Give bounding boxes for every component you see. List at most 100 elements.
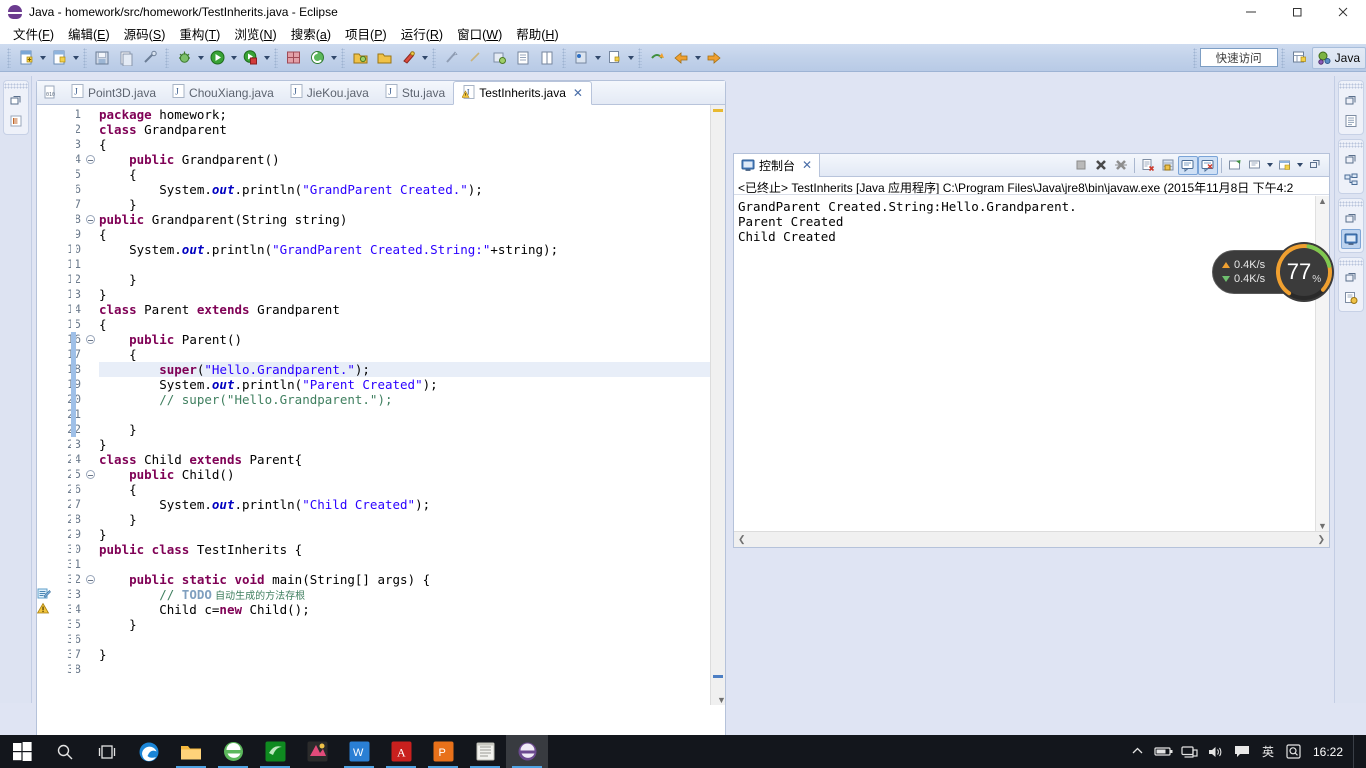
perspective-java-button[interactable]: Java: [1311, 46, 1366, 69]
console-scroll-left-arrow[interactable]: ❮: [734, 534, 750, 545]
remove-all-terminated-icon[interactable]: [1111, 156, 1131, 175]
eclipse-icon[interactable]: [212, 735, 254, 768]
code-line[interactable]: }: [99, 437, 725, 452]
new-annotation-dropdown[interactable]: [626, 47, 635, 69]
menu-refactor[interactable]: 重构(T): [172, 22, 227, 45]
save-icon[interactable]: [91, 47, 113, 69]
toolbar-grip-6[interactable]: [432, 47, 436, 68]
code-line[interactable]: [99, 632, 725, 647]
display-selected-console-icon[interactable]: [1245, 156, 1265, 175]
forward-icon[interactable]: [703, 47, 725, 69]
open-console-icon[interactable]: [1275, 156, 1295, 175]
close-icon[interactable]: ✕: [573, 86, 583, 100]
open-perspective-button[interactable]: [1288, 47, 1312, 69]
fold-cell[interactable]: [83, 152, 97, 167]
memory-usage-gauge[interactable]: 77 %: [1274, 242, 1334, 302]
code-line[interactable]: System.out.println("Parent Created");: [99, 377, 725, 392]
fold-collapse-icon[interactable]: [85, 155, 95, 165]
fold-collapse-icon[interactable]: [85, 470, 95, 480]
toggle-mark-occurrences-icon[interactable]: [139, 47, 161, 69]
toolbar-grip-7[interactable]: [562, 47, 566, 68]
menu-navigate[interactable]: 浏览(N): [227, 22, 283, 45]
console-scroll-down-arrow[interactable]: ▼: [1314, 521, 1331, 531]
menu-edit[interactable]: 编辑(E): [61, 22, 117, 45]
perspective-grip[interactable]: [1280, 47, 1285, 68]
code-line[interactable]: }: [99, 422, 725, 437]
volume-icon[interactable]: [1203, 735, 1229, 768]
back-dropdown[interactable]: [693, 47, 702, 69]
code-line[interactable]: [99, 257, 725, 272]
restore-icon[interactable]: [1341, 208, 1361, 228]
code-line[interactable]: public class TestInherits {: [99, 542, 725, 557]
code-line[interactable]: class Parent extends Grandparent: [99, 302, 725, 317]
forward-history-icon[interactable]: [646, 47, 668, 69]
network-icon[interactable]: [1177, 735, 1203, 768]
code-line[interactable]: public Child(): [99, 467, 725, 482]
code-line[interactable]: {: [99, 347, 725, 362]
problems-icon[interactable]: [1341, 288, 1361, 308]
toolbar-grip-4[interactable]: [274, 47, 278, 68]
network-speed-widget[interactable]: 0.4K/s 0.4K/s 77 %: [1212, 242, 1334, 302]
restore-icon[interactable]: [6, 90, 26, 110]
toggle-breakpoint-icon[interactable]: [570, 47, 592, 69]
code-line[interactable]: public static void main(String[] args) {: [99, 572, 725, 587]
code-line[interactable]: class Child extends Parent{: [99, 452, 725, 467]
code-line[interactable]: }: [99, 272, 725, 287]
menu-help[interactable]: 帮助(H): [509, 22, 565, 45]
new-java-package-icon[interactable]: [282, 47, 304, 69]
clock[interactable]: 16:22: [1307, 745, 1353, 759]
editor-tab-testinherits[interactable]: J TestInherits.java ✕: [453, 81, 592, 105]
code-line[interactable]: System.out.println("Child Created");: [99, 497, 725, 512]
annotation-ruler[interactable]: [37, 105, 53, 705]
fold-cell[interactable]: [83, 212, 97, 227]
code-line[interactable]: {: [99, 227, 725, 242]
warning-marker[interactable]: [37, 602, 53, 617]
outline-icon[interactable]: [1341, 111, 1361, 131]
code-line[interactable]: class Grandparent: [99, 122, 725, 137]
last-edit-location-icon[interactable]: [440, 47, 462, 69]
fastview-grip-3[interactable]: [1338, 201, 1363, 207]
code-line[interactable]: Child c=new Child();: [99, 602, 725, 617]
toolbar-grip-5[interactable]: [341, 47, 345, 68]
editor-tab-jiekou[interactable]: J JieKou.java: [282, 81, 377, 104]
breakpoint-dropdown[interactable]: [593, 47, 602, 69]
wps-presentation-icon[interactable]: P: [422, 735, 464, 768]
editor-tab-point3d[interactable]: J Point3D.java: [63, 81, 164, 104]
restore-icon[interactable]: [1341, 267, 1361, 287]
code-line[interactable]: {: [99, 317, 725, 332]
close-icon[interactable]: ✕: [802, 158, 812, 172]
code-line[interactable]: System.out.println("GrandParent Created.…: [99, 182, 725, 197]
quick-access-grip[interactable]: [1192, 47, 1197, 68]
debug-icon[interactable]: [173, 47, 195, 69]
toggle-split-editor-icon[interactable]: [536, 47, 558, 69]
minimize-icon[interactable]: [1305, 156, 1325, 175]
show-console-on-error-icon[interactable]: [1198, 155, 1218, 175]
new-wizard-dropdown[interactable]: [71, 47, 80, 69]
battery-icon[interactable]: [1151, 735, 1177, 768]
code-line[interactable]: [99, 557, 725, 572]
outline-toggle-icon[interactable]: [512, 47, 534, 69]
folding-ruler[interactable]: [83, 105, 97, 705]
code-line[interactable]: package homework;: [99, 107, 725, 122]
fold-cell[interactable]: [83, 467, 97, 482]
toolbar-grip-2[interactable]: [83, 47, 87, 68]
show-hidden-icons-chevron[interactable]: [1125, 735, 1151, 768]
green-app-icon[interactable]: [254, 735, 296, 768]
next-annotation-icon[interactable]: [488, 47, 510, 69]
code-line[interactable]: public Parent(): [99, 332, 725, 347]
run-icon[interactable]: [206, 47, 228, 69]
editor-tab-stu[interactable]: J Stu.java: [377, 81, 453, 104]
run-dropdown[interactable]: [229, 47, 238, 69]
code-line[interactable]: // super("Hello.Grandparent.");: [99, 392, 725, 407]
close-button[interactable]: [1320, 0, 1366, 23]
quick-access-input[interactable]: 快速访问: [1199, 48, 1278, 67]
minimize-button[interactable]: [1228, 0, 1274, 23]
code-line[interactable]: public Grandparent(String string): [99, 212, 725, 227]
toolbar-grip-8[interactable]: [638, 47, 642, 68]
fastview-grip-4[interactable]: [1338, 260, 1363, 266]
search-icon[interactable]: [44, 735, 86, 768]
file-explorer-icon[interactable]: [170, 735, 212, 768]
terminate-icon[interactable]: [1071, 156, 1091, 175]
print-icon[interactable]: [115, 47, 137, 69]
package-explorer-icon[interactable]: [6, 111, 26, 131]
